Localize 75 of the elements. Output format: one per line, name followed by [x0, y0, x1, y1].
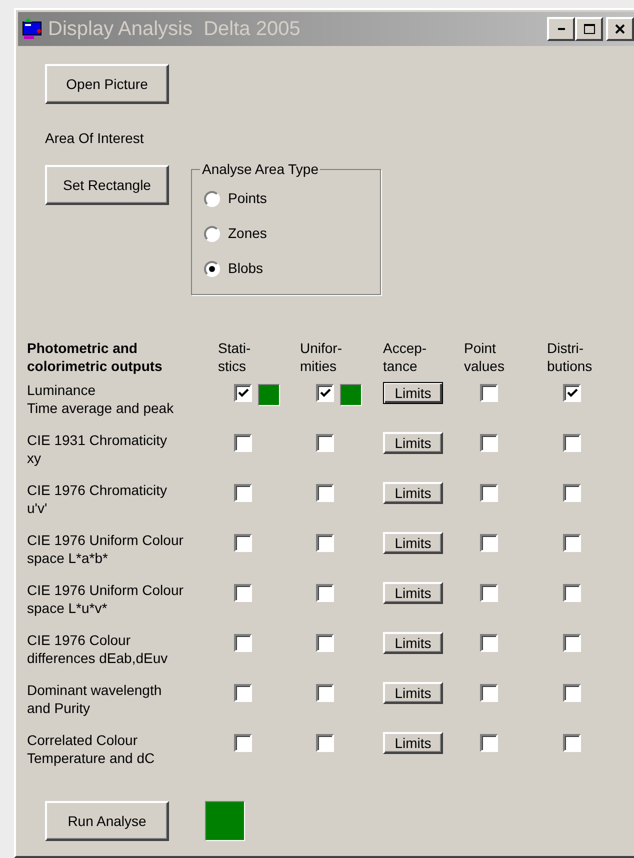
radio-button[interactable]	[204, 190, 220, 206]
limits-button[interactable]: Limits	[383, 682, 443, 704]
checkbox[interactable]	[480, 484, 498, 502]
check-icon	[238, 388, 248, 398]
set-rectangle-button[interactable]: Set Rectangle	[45, 165, 169, 205]
checkbox[interactable]	[563, 584, 581, 602]
area-label: Area Of Interest	[45, 129, 145, 148]
table-heading: Photometric and colorimetric outputs	[27, 339, 164, 376]
checkbox[interactable]	[316, 734, 334, 752]
column-header: Distri- butions	[547, 339, 594, 376]
checkbox[interactable]	[234, 534, 252, 552]
maximize-button[interactable]	[575, 17, 603, 41]
radio-option[interactable]: Blobs	[204, 258, 380, 279]
limits-button[interactable]: Limits	[383, 532, 443, 554]
maximize-icon	[584, 24, 594, 34]
minimize-button[interactable]	[547, 17, 575, 41]
checkbox[interactable]	[316, 584, 334, 602]
limits-button[interactable]: Limits	[383, 432, 443, 454]
checkbox[interactable]	[316, 434, 334, 452]
window-title: Display Analysis Delta 2005	[48, 17, 302, 42]
row-label: CIE 1931 Chromaticity xy	[27, 431, 168, 468]
open-picture-button[interactable]: Open Picture	[45, 64, 169, 104]
column-header: Point values	[464, 339, 506, 376]
checkbox[interactable]	[563, 534, 581, 552]
checkbox[interactable]	[480, 384, 498, 402]
row-label: CIE 1976 Uniform Colour space L*u*v*	[27, 581, 184, 618]
checkbox[interactable]	[234, 434, 252, 452]
row-label: CIE 1976 Colour differences dEab,dEuv	[27, 631, 169, 668]
checkbox[interactable]	[316, 534, 334, 552]
limits-button[interactable]: Limits	[383, 482, 443, 504]
checkbox[interactable]	[563, 734, 581, 752]
checkbox[interactable]	[480, 634, 498, 652]
checkbox[interactable]	[234, 584, 252, 602]
row-label: Luminance Time average and peak	[27, 381, 175, 418]
radio-option[interactable]: Points	[204, 188, 380, 209]
row-label: Dominant wavelength and Purity	[27, 681, 163, 718]
checkbox[interactable]	[234, 684, 252, 702]
radio-button[interactable]	[204, 226, 220, 242]
row-label: Correlated Colour Temperature and dC	[27, 731, 156, 768]
checkbox[interactable]	[563, 434, 581, 452]
checkbox[interactable]	[234, 484, 252, 502]
column-header: Stati- stics	[218, 339, 252, 376]
row-label: CIE 1976 Uniform Colour space L*a*b*	[27, 531, 184, 568]
checkbox[interactable]	[316, 484, 334, 502]
column-header: Accep- tance	[383, 339, 428, 376]
checkbox[interactable]	[316, 684, 334, 702]
limits-button[interactable]: Limits	[383, 582, 443, 604]
checkbox[interactable]	[480, 684, 498, 702]
checkbox[interactable]	[234, 734, 252, 752]
checkbox[interactable]	[480, 434, 498, 452]
close-icon	[615, 24, 625, 34]
checkbox[interactable]	[563, 684, 581, 702]
check-icon	[566, 388, 578, 398]
checkbox[interactable]	[480, 534, 498, 552]
check-icon	[320, 388, 330, 398]
close-button[interactable]	[606, 17, 634, 41]
row-label: CIE 1976 Chromaticity u'v'	[27, 481, 168, 518]
checkbox[interactable]	[480, 734, 498, 752]
checkbox[interactable]	[563, 484, 581, 502]
minimize-icon	[558, 28, 564, 30]
limits-button[interactable]: Limits	[383, 732, 443, 754]
checkbox[interactable]	[316, 384, 334, 402]
limits-button[interactable]: Limits	[383, 632, 443, 654]
radio-button[interactable]	[204, 260, 220, 276]
app-icon	[22, 18, 44, 40]
radio-option[interactable]: Zones	[204, 223, 380, 244]
checkbox[interactable]	[563, 384, 581, 402]
column-header: Unifor- mities	[300, 339, 344, 376]
checkbox[interactable]	[316, 634, 334, 652]
checkbox[interactable]	[480, 584, 498, 602]
checkbox[interactable]	[563, 634, 581, 652]
checkbox[interactable]	[234, 634, 252, 652]
run-analyse-button[interactable]: Run Analyse	[45, 801, 169, 841]
limits-button[interactable]: Limits	[383, 382, 443, 404]
checkbox[interactable]	[234, 384, 252, 402]
